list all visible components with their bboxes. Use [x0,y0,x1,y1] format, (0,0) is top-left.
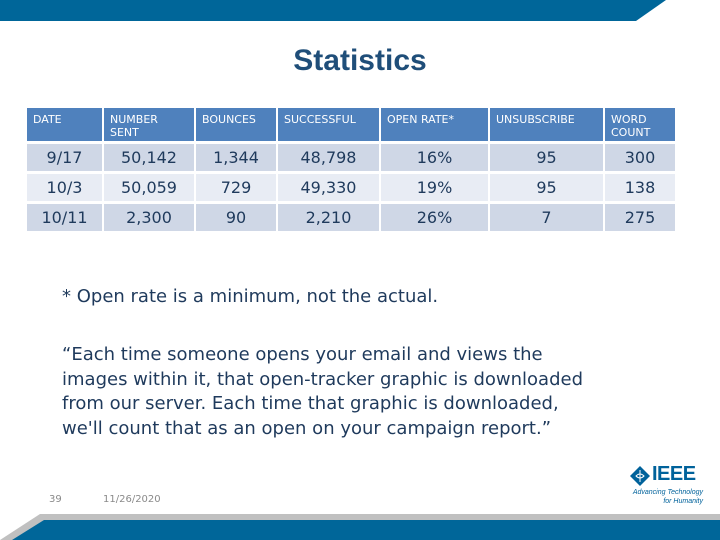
quote-line: from our server. Each time that graphic … [62,393,559,414]
table-row: 10/11 2,300 90 2,210 26% 7 275 [27,204,675,231]
ieee-logo: IEEE Advancing Technology for Humanity [628,463,708,510]
cell-number-sent: 50,059 [104,174,194,201]
table-header-row: DATE NUMBER SENT BOUNCES SUCCESSFUL OPEN … [27,108,675,141]
slide-date: 11/26/2020 [103,494,161,505]
cell-open-rate: 26% [381,204,488,231]
cell-bounces: 729 [196,174,276,201]
column-header-successful: SUCCESSFUL [278,108,379,141]
cell-unsubscribe: 95 [490,174,603,201]
bottom-banner [0,514,720,540]
column-header-date: DATE [27,108,102,141]
cell-word-count: 275 [605,204,675,231]
column-header-word-count: WORD COUNT [605,108,675,141]
slide-title: Statistics [293,44,427,77]
quote-line: we'll count that as an open on your camp… [62,417,552,439]
cell-date: 10/11 [27,204,102,231]
statistics-table: DATE NUMBER SENT BOUNCES SUCCESSFUL OPEN … [25,105,677,234]
cell-successful: 2,210 [278,204,379,231]
top-banner [0,0,666,21]
table-row: 10/3 50,059 729 49,330 19% 95 138 [27,174,675,201]
column-header-bounces: BOUNCES [196,108,276,141]
column-header-unsubscribe: UNSUBSCRIBE [490,108,603,141]
cell-unsubscribe: 7 [490,204,603,231]
ieee-tagline: Advancing Technology for Humanity [632,489,703,505]
cell-successful: 48,798 [278,144,379,171]
quote-line: “Each time someone opens your email and … [62,344,543,365]
cell-number-sent: 2,300 [104,204,194,231]
table-row: 9/17 50,142 1,344 48,798 16% 95 300 [27,144,675,171]
quote-line: images within it, that open-tracker grap… [62,368,583,390]
cell-open-rate: 16% [381,144,488,171]
cell-date: 9/17 [27,144,102,171]
open-rate-footnote: * Open rate is a minimum, not the actual… [62,286,439,307]
cell-bounces: 1,344 [196,144,276,171]
page-number: 39 [49,494,62,505]
column-header-number-sent: NUMBER SENT [104,108,194,141]
cell-number-sent: 50,142 [104,144,194,171]
cell-open-rate: 19% [381,174,488,201]
ieee-diamond-icon [630,466,650,486]
cell-word-count: 300 [605,144,675,171]
cell-unsubscribe: 95 [490,144,603,171]
column-header-open-rate: OPEN RATE* [381,108,488,141]
cell-word-count: 138 [605,174,675,201]
cell-date: 10/3 [27,174,102,201]
ieee-wordmark: IEEE [652,463,696,485]
cell-successful: 49,330 [278,174,379,201]
cell-bounces: 90 [196,204,276,231]
open-tracking-quote: “Each time someone opens your email and … [62,343,682,441]
